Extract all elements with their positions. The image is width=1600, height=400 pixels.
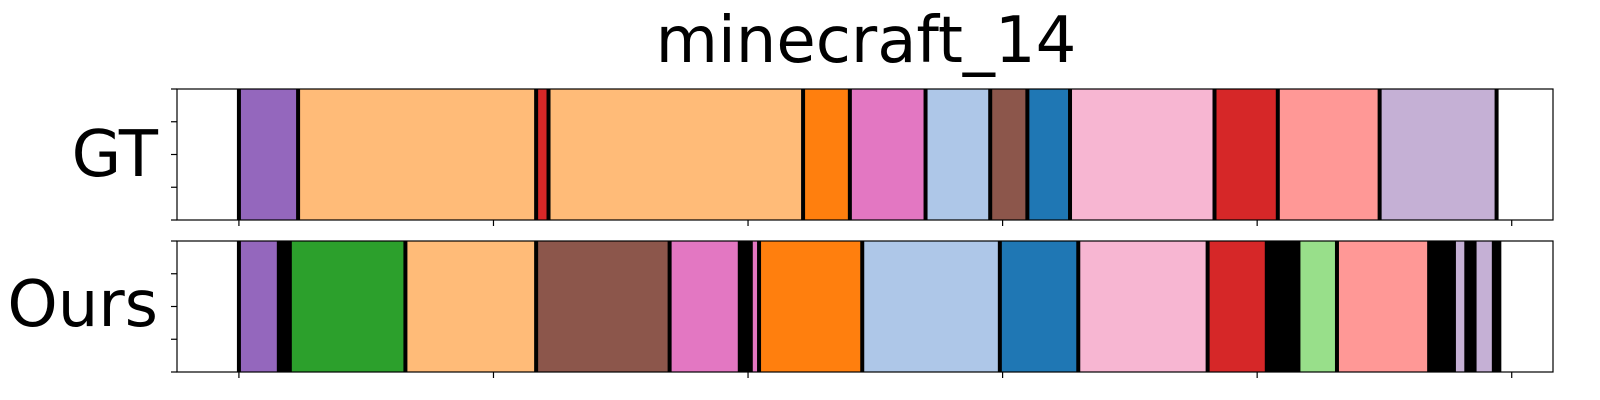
segment-gt-6 [849,89,926,220]
segment-gt-1 [238,89,299,220]
segmentation-chart: minecraft_14 GT Ours [7,4,1554,378]
segment-ours-22 [1499,241,1553,372]
segment-ours-20 [1474,241,1494,372]
segment-ours-9 [759,241,863,372]
segment-gt-7 [925,89,991,220]
segment-ours-11 [999,241,1079,372]
segment-bars [177,89,1553,372]
segment-ours-4 [405,241,537,372]
row-label-gt: GT [72,118,159,192]
segment-ours-16 [1336,241,1430,372]
chart-title: minecraft_14 [656,4,1077,78]
segment-ours-17 [1429,241,1454,372]
segment-gt-4 [548,89,804,220]
segment-ours-14 [1266,241,1299,372]
segment-ours-0 [177,241,239,372]
segment-gt-11 [1214,89,1278,220]
segment-ours-6 [669,241,740,372]
segment-ours-1 [238,241,279,372]
segment-gt-9 [1027,89,1071,220]
segment-gt-10 [1070,89,1215,220]
segment-ours-10 [862,241,1000,372]
segment-ours-12 [1078,241,1208,372]
row-label-ours: Ours [7,268,158,342]
segment-ours-13 [1207,241,1267,372]
segment-ours-15 [1298,241,1337,372]
segment-gt-12 [1277,89,1380,220]
segment-ours-5 [536,241,670,372]
segment-gt-8 [990,89,1028,220]
segment-gt-13 [1379,89,1497,220]
segment-gt-5 [803,89,850,220]
segment-gt-0 [177,89,239,220]
segment-gt-14 [1496,89,1553,220]
segment-gt-2 [298,89,537,220]
segment-ours-3 [289,241,406,372]
